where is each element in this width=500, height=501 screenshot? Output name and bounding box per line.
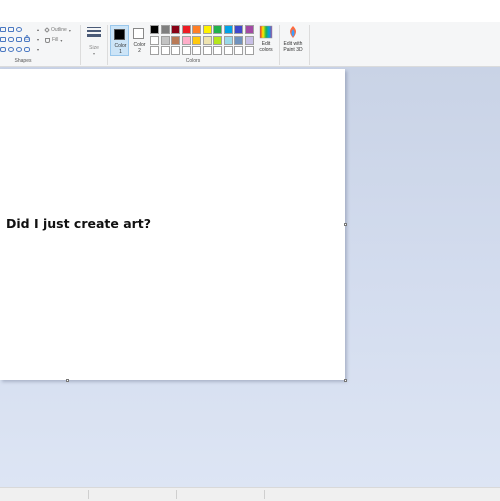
shape-ellipse[interactable]: [16, 27, 22, 32]
drawing-canvas[interactable]: Did I just create art?: [0, 69, 345, 380]
palette-swatch[interactable]: [181, 25, 191, 34]
canvas-text[interactable]: Did I just create art?: [6, 216, 151, 231]
palette-swatch[interactable]: [234, 46, 243, 55]
palette-swatch[interactable]: [244, 35, 254, 45]
shapes-gallery[interactable]: [0, 26, 36, 54]
shape-pentagon[interactable]: [8, 37, 14, 42]
palette-swatch[interactable]: [202, 35, 212, 45]
palette-swatch[interactable]: [160, 25, 170, 34]
shape-five-point-star[interactable]: [24, 37, 30, 42]
chevron-down-icon: ▾: [60, 37, 63, 43]
paint3d-icon: [290, 26, 296, 38]
ribbon: ▴ ▾ ▾ Outline ▾ Fill ▾ Shapes Size ▾ Col…: [0, 22, 500, 67]
palette-swatch[interactable]: [202, 46, 212, 55]
palette-swatch[interactable]: [192, 35, 201, 45]
palette-swatch[interactable]: [223, 35, 233, 45]
palette-swatch[interactable]: [181, 46, 191, 55]
palette-swatch[interactable]: [171, 25, 180, 34]
palette-swatch[interactable]: [160, 35, 170, 45]
edit-colors-button[interactable]: Edit colors: [256, 25, 276, 57]
shape-right-arrow[interactable]: [0, 37, 6, 42]
shape-cloud[interactable]: [16, 47, 22, 52]
palette-swatch[interactable]: [150, 25, 159, 34]
palette-swatch[interactable]: [213, 35, 222, 45]
status-bar: [0, 487, 500, 501]
canvas-workspace: Did I just create art?: [0, 67, 500, 487]
colors-group-label: Colors: [185, 58, 201, 64]
shapes-scroll-up-icon[interactable]: ▴: [37, 27, 39, 32]
edit-colors-label-2: colors: [259, 47, 273, 53]
chevron-down-icon: ▾: [92, 51, 95, 56]
palette-swatch[interactable]: [150, 35, 159, 45]
fill-dropdown[interactable]: Fill ▾: [45, 36, 62, 44]
color1-label: Color 1: [114, 43, 127, 55]
resize-handle-bottom[interactable]: [66, 379, 69, 382]
separator: [80, 25, 81, 65]
outline-label: Outline: [51, 27, 67, 33]
palette-swatch[interactable]: [223, 46, 233, 55]
shape-heart[interactable]: [24, 47, 30, 52]
palette-swatch[interactable]: [160, 46, 170, 55]
color-wheel-icon: [259, 25, 273, 39]
color1-swatch: [114, 29, 125, 40]
resize-handle-right[interactable]: [344, 223, 347, 226]
shapes-scroll-down-icon[interactable]: ▾: [37, 37, 39, 42]
outline-dropdown[interactable]: Outline ▾: [44, 26, 71, 34]
title-strip: [0, 0, 500, 23]
palette-swatch[interactable]: [171, 46, 180, 55]
palette-swatch[interactable]: [202, 25, 212, 34]
shape-rectangle[interactable]: [8, 27, 14, 32]
shape-rounded-rectangle[interactable]: [0, 27, 6, 32]
shape-four-point-star[interactable]: [16, 37, 22, 42]
palette-swatch[interactable]: [223, 25, 233, 34]
palette-swatch[interactable]: [192, 46, 201, 55]
resize-handle-corner[interactable]: [344, 379, 347, 382]
fill-label: Fill: [52, 37, 59, 43]
palette-swatch[interactable]: [181, 35, 191, 45]
outline-icon: [44, 27, 50, 33]
color2-button[interactable]: Color 2: [130, 25, 149, 56]
color1-button[interactable]: Color 1: [110, 25, 129, 56]
palette-swatch[interactable]: [171, 35, 180, 45]
status-divider: [264, 490, 265, 499]
palette-swatch[interactable]: [234, 25, 243, 34]
edit-with-paint3d-button[interactable]: Edit with Paint 3D: [280, 25, 306, 57]
palette-swatch[interactable]: [234, 35, 243, 45]
size-button[interactable]: Size ▾: [85, 25, 103, 63]
color2-label: Color 2: [133, 42, 146, 54]
palette-swatch[interactable]: [150, 46, 159, 55]
color2-swatch: [133, 28, 144, 39]
palette-swatch[interactable]: [244, 25, 254, 34]
status-divider: [176, 490, 177, 499]
status-divider: [88, 490, 89, 499]
palette-swatch[interactable]: [244, 46, 254, 55]
separator: [309, 25, 310, 65]
palette-swatch[interactable]: [192, 25, 201, 34]
shape-callout-rounded[interactable]: [0, 47, 6, 52]
separator: [107, 25, 108, 65]
palette-swatch[interactable]: [213, 25, 222, 34]
shapes-group-label: Shapes: [14, 58, 32, 64]
palette-swatch[interactable]: [213, 46, 222, 55]
shape-callout-oval[interactable]: [8, 47, 14, 52]
shapes-expand-icon[interactable]: ▾: [37, 47, 39, 52]
paint3d-label-2: Paint 3D: [283, 47, 303, 53]
shape-triangle[interactable]: [23, 27, 31, 41]
fill-bucket-icon: [45, 37, 50, 43]
chevron-down-icon: ▾: [68, 27, 71, 33]
